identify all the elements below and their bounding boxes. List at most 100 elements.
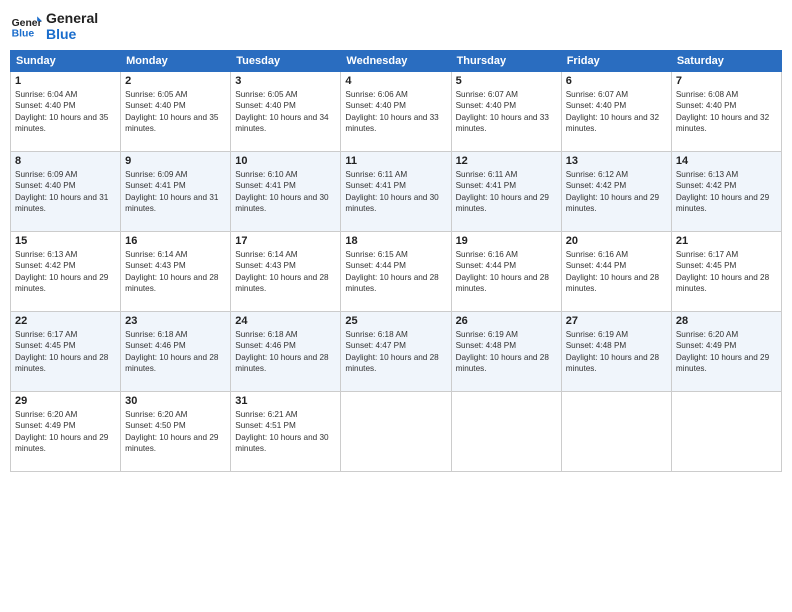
calendar-cell: 17 Sunrise: 6:14 AM Sunset: 4:43 PM Dayl… [231, 232, 341, 312]
day-info: Sunrise: 6:05 AM Sunset: 4:40 PM Dayligh… [235, 89, 336, 135]
day-number: 24 [235, 315, 336, 327]
calendar-cell: 27 Sunrise: 6:19 AM Sunset: 4:48 PM Dayl… [561, 312, 671, 392]
day-info: Sunrise: 6:13 AM Sunset: 4:42 PM Dayligh… [15, 249, 116, 295]
calendar-week-3: 15 Sunrise: 6:13 AM Sunset: 4:42 PM Dayl… [11, 232, 782, 312]
calendar-cell: 5 Sunrise: 6:07 AM Sunset: 4:40 PM Dayli… [451, 72, 561, 152]
day-info: Sunrise: 6:06 AM Sunset: 4:40 PM Dayligh… [345, 89, 446, 135]
calendar-cell: 13 Sunrise: 6:12 AM Sunset: 4:42 PM Dayl… [561, 152, 671, 232]
day-info: Sunrise: 6:07 AM Sunset: 4:40 PM Dayligh… [566, 89, 667, 135]
logo: General Blue General Blue [10, 10, 98, 42]
calendar-cell: 12 Sunrise: 6:11 AM Sunset: 4:41 PM Dayl… [451, 152, 561, 232]
day-info: Sunrise: 6:15 AM Sunset: 4:44 PM Dayligh… [345, 249, 446, 295]
day-number: 5 [456, 75, 557, 87]
day-info: Sunrise: 6:05 AM Sunset: 4:40 PM Dayligh… [125, 89, 226, 135]
calendar-cell: 30 Sunrise: 6:20 AM Sunset: 4:50 PM Dayl… [121, 392, 231, 472]
weekday-header-sunday: Sunday [11, 51, 121, 72]
calendar-header-row: SundayMondayTuesdayWednesdayThursdayFrid… [11, 51, 782, 72]
day-number: 26 [456, 315, 557, 327]
calendar-table: SundayMondayTuesdayWednesdayThursdayFrid… [10, 50, 782, 472]
day-info: Sunrise: 6:16 AM Sunset: 4:44 PM Dayligh… [456, 249, 557, 295]
weekday-header-thursday: Thursday [451, 51, 561, 72]
day-number: 2 [125, 75, 226, 87]
day-number: 7 [676, 75, 777, 87]
calendar-cell: 2 Sunrise: 6:05 AM Sunset: 4:40 PM Dayli… [121, 72, 231, 152]
calendar-cell: 8 Sunrise: 6:09 AM Sunset: 4:40 PM Dayli… [11, 152, 121, 232]
calendar-cell: 4 Sunrise: 6:06 AM Sunset: 4:40 PM Dayli… [341, 72, 451, 152]
day-info: Sunrise: 6:20 AM Sunset: 4:49 PM Dayligh… [676, 329, 777, 375]
day-number: 1 [15, 75, 116, 87]
day-number: 11 [345, 155, 446, 167]
day-number: 9 [125, 155, 226, 167]
day-info: Sunrise: 6:08 AM Sunset: 4:40 PM Dayligh… [676, 89, 777, 135]
day-info: Sunrise: 6:09 AM Sunset: 4:40 PM Dayligh… [15, 169, 116, 215]
calendar-cell: 7 Sunrise: 6:08 AM Sunset: 4:40 PM Dayli… [671, 72, 781, 152]
day-number: 29 [15, 395, 116, 407]
calendar-week-1: 1 Sunrise: 6:04 AM Sunset: 4:40 PM Dayli… [11, 72, 782, 152]
calendar-cell: 21 Sunrise: 6:17 AM Sunset: 4:45 PM Dayl… [671, 232, 781, 312]
day-info: Sunrise: 6:17 AM Sunset: 4:45 PM Dayligh… [15, 329, 116, 375]
day-number: 30 [125, 395, 226, 407]
page-header: General Blue General Blue [10, 10, 782, 42]
day-number: 13 [566, 155, 667, 167]
calendar-cell: 19 Sunrise: 6:16 AM Sunset: 4:44 PM Dayl… [451, 232, 561, 312]
calendar-cell: 18 Sunrise: 6:15 AM Sunset: 4:44 PM Dayl… [341, 232, 451, 312]
day-info: Sunrise: 6:04 AM Sunset: 4:40 PM Dayligh… [15, 89, 116, 135]
day-number: 18 [345, 235, 446, 247]
weekday-header-wednesday: Wednesday [341, 51, 451, 72]
day-number: 22 [15, 315, 116, 327]
day-number: 12 [456, 155, 557, 167]
weekday-header-monday: Monday [121, 51, 231, 72]
calendar-cell: 25 Sunrise: 6:18 AM Sunset: 4:47 PM Dayl… [341, 312, 451, 392]
day-number: 19 [456, 235, 557, 247]
calendar-cell: 11 Sunrise: 6:11 AM Sunset: 4:41 PM Dayl… [341, 152, 451, 232]
day-info: Sunrise: 6:13 AM Sunset: 4:42 PM Dayligh… [676, 169, 777, 215]
calendar-cell [561, 392, 671, 472]
calendar-cell [341, 392, 451, 472]
day-info: Sunrise: 6:12 AM Sunset: 4:42 PM Dayligh… [566, 169, 667, 215]
day-number: 17 [235, 235, 336, 247]
calendar-cell: 22 Sunrise: 6:17 AM Sunset: 4:45 PM Dayl… [11, 312, 121, 392]
day-number: 25 [345, 315, 446, 327]
weekday-header-tuesday: Tuesday [231, 51, 341, 72]
calendar-week-2: 8 Sunrise: 6:09 AM Sunset: 4:40 PM Dayli… [11, 152, 782, 232]
day-number: 14 [676, 155, 777, 167]
day-number: 28 [676, 315, 777, 327]
day-info: Sunrise: 6:14 AM Sunset: 4:43 PM Dayligh… [235, 249, 336, 295]
day-info: Sunrise: 6:07 AM Sunset: 4:40 PM Dayligh… [456, 89, 557, 135]
day-info: Sunrise: 6:21 AM Sunset: 4:51 PM Dayligh… [235, 409, 336, 455]
day-info: Sunrise: 6:19 AM Sunset: 4:48 PM Dayligh… [566, 329, 667, 375]
calendar-cell: 15 Sunrise: 6:13 AM Sunset: 4:42 PM Dayl… [11, 232, 121, 312]
calendar-cell: 6 Sunrise: 6:07 AM Sunset: 4:40 PM Dayli… [561, 72, 671, 152]
day-info: Sunrise: 6:11 AM Sunset: 4:41 PM Dayligh… [456, 169, 557, 215]
calendar-cell: 23 Sunrise: 6:18 AM Sunset: 4:46 PM Dayl… [121, 312, 231, 392]
day-info: Sunrise: 6:17 AM Sunset: 4:45 PM Dayligh… [676, 249, 777, 295]
calendar-body: 1 Sunrise: 6:04 AM Sunset: 4:40 PM Dayli… [11, 72, 782, 472]
day-info: Sunrise: 6:20 AM Sunset: 4:49 PM Dayligh… [15, 409, 116, 455]
calendar-cell: 16 Sunrise: 6:14 AM Sunset: 4:43 PM Dayl… [121, 232, 231, 312]
calendar-cell [671, 392, 781, 472]
day-number: 10 [235, 155, 336, 167]
day-number: 21 [676, 235, 777, 247]
day-info: Sunrise: 6:19 AM Sunset: 4:48 PM Dayligh… [456, 329, 557, 375]
calendar-cell: 3 Sunrise: 6:05 AM Sunset: 4:40 PM Dayli… [231, 72, 341, 152]
day-number: 31 [235, 395, 336, 407]
calendar-cell: 31 Sunrise: 6:21 AM Sunset: 4:51 PM Dayl… [231, 392, 341, 472]
svg-text:Blue: Blue [12, 28, 35, 39]
day-info: Sunrise: 6:18 AM Sunset: 4:46 PM Dayligh… [235, 329, 336, 375]
weekday-header-saturday: Saturday [671, 51, 781, 72]
logo-icon: General Blue [10, 10, 42, 42]
day-info: Sunrise: 6:11 AM Sunset: 4:41 PM Dayligh… [345, 169, 446, 215]
weekday-header-friday: Friday [561, 51, 671, 72]
day-info: Sunrise: 6:14 AM Sunset: 4:43 PM Dayligh… [125, 249, 226, 295]
calendar-cell: 26 Sunrise: 6:19 AM Sunset: 4:48 PM Dayl… [451, 312, 561, 392]
day-number: 8 [15, 155, 116, 167]
calendar-week-5: 29 Sunrise: 6:20 AM Sunset: 4:49 PM Dayl… [11, 392, 782, 472]
calendar-cell: 14 Sunrise: 6:13 AM Sunset: 4:42 PM Dayl… [671, 152, 781, 232]
day-number: 3 [235, 75, 336, 87]
day-number: 27 [566, 315, 667, 327]
day-number: 6 [566, 75, 667, 87]
logo-general-text: General [46, 10, 98, 26]
calendar-cell: 1 Sunrise: 6:04 AM Sunset: 4:40 PM Dayli… [11, 72, 121, 152]
day-info: Sunrise: 6:20 AM Sunset: 4:50 PM Dayligh… [125, 409, 226, 455]
calendar-cell: 28 Sunrise: 6:20 AM Sunset: 4:49 PM Dayl… [671, 312, 781, 392]
